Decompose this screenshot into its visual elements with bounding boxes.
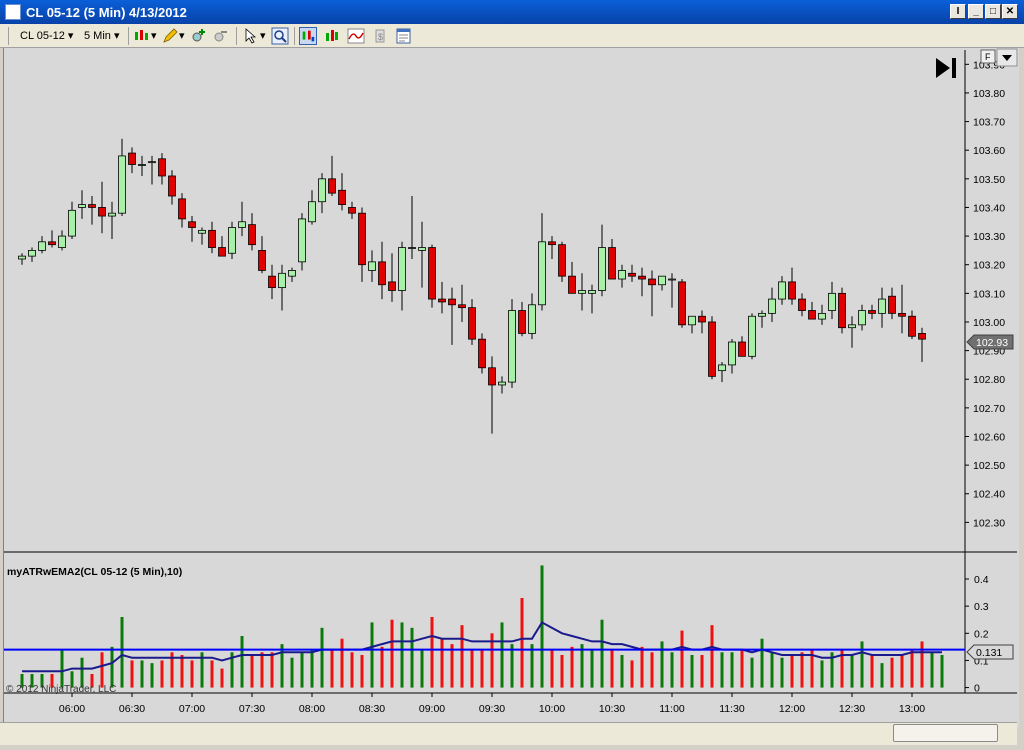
chart-scroll-thumb[interactable] (893, 724, 998, 742)
strategies-icon[interactable]: $ (371, 27, 389, 45)
instrument-selector[interactable]: CL 05-12 ▾ (20, 27, 73, 45)
chart-style-icon[interactable] (133, 27, 151, 45)
minimize-button[interactable]: _ (968, 4, 984, 19)
zoom-out-icon[interactable] (212, 27, 230, 45)
window-title: CL 05-12 (5 Min) 4/13/2012 (26, 5, 187, 20)
maximize-button[interactable]: □ (985, 4, 1001, 19)
interval-selector[interactable]: 5 Min ▾ (84, 27, 119, 45)
close-button[interactable]: ✕ (1002, 4, 1018, 19)
magnifier-icon[interactable] (271, 27, 289, 45)
title-bar: CL 05-12 (5 Min) 4/13/2012 I _ □ ✕ (0, 0, 1024, 24)
cursor-pointer-icon[interactable] (242, 27, 260, 45)
pin-window-button[interactable]: I (950, 4, 966, 19)
chart-scrollbar[interactable] (0, 722, 1017, 745)
drawing-pencil-icon[interactable] (161, 27, 179, 45)
data-series-icon[interactable] (323, 27, 341, 45)
indicators-icon[interactable] (347, 27, 365, 45)
chart-trader-icon[interactable] (299, 27, 317, 45)
svg-text:$: $ (378, 32, 383, 42)
chart-panel[interactable] (3, 48, 1019, 728)
zoom-in-icon[interactable] (190, 27, 208, 45)
chart-toolbar: CL 05-12 ▾ 5 Min ▾ ▾ ▾ ▾ $ (0, 24, 1024, 48)
properties-icon[interactable] (395, 27, 413, 45)
app-chart-icon (5, 4, 21, 20)
